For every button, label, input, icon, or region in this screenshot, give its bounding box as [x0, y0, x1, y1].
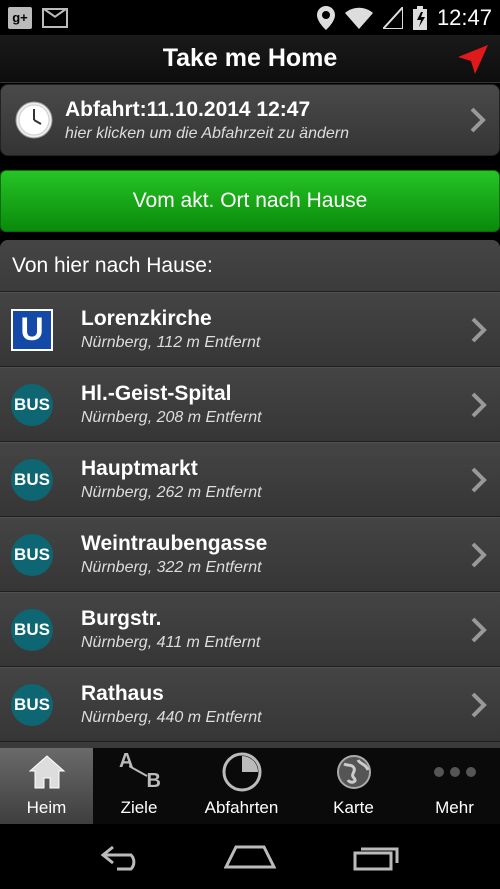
bus-icon: BUS: [11, 683, 53, 726]
location-arrow-icon[interactable]: [456, 43, 490, 77]
stop-row-burgstr[interactable]: BUS Burgstr. Nürnberg, 411 m Entfernt: [0, 592, 500, 667]
tab-karte[interactable]: Karte: [298, 748, 409, 824]
chevron-right-icon: [470, 107, 486, 133]
stop-name: Hauptmarkt: [81, 457, 198, 480]
battery-icon: [412, 5, 427, 30]
stop-detail: Nürnberg, 411 m Entfernt: [81, 634, 261, 651]
bus-icon: BUS: [11, 458, 53, 501]
tab-label: Karte: [333, 798, 374, 817]
stops-list-header: Von hier nach Hause:: [0, 240, 500, 292]
tab-bar: Heim A B Ziele Abfahrten Karte Mehr: [0, 748, 500, 824]
tab-heim[interactable]: Heim: [0, 748, 93, 824]
tab-label: Abfahrten: [204, 798, 279, 817]
stop-detail: Nürnberg, 262 m Entfernt: [81, 484, 262, 501]
stop-row-lorenzkirche[interactable]: U Lorenzkirche Nürnberg, 112 m Entfernt: [0, 292, 500, 367]
ubahn-icon: U: [11, 308, 53, 351]
tab-label: Ziele: [120, 798, 158, 817]
status-time: 12:47: [436, 4, 492, 30]
departure-label: Abfahrt:: [65, 97, 147, 121]
stop-detail: Nürnberg, 208 m Entfernt: [81, 409, 262, 426]
app-title: Take me Home: [162, 44, 338, 72]
tab-mehr[interactable]: Mehr: [409, 748, 500, 824]
stop-row-rathaus[interactable]: BUS Rathaus Nürnberg, 440 m Entfernt: [0, 667, 500, 742]
chevron-right-icon: [471, 392, 487, 417]
stop-name: Weintraubengasse: [81, 532, 268, 555]
stop-name: Lorenzkirche: [81, 307, 212, 330]
globe-icon: [336, 755, 371, 789]
stops-list: Von hier nach Hause: U Lorenzkirche Nürn…: [0, 240, 500, 748]
stop-row-hauptmarkt[interactable]: BUS Hauptmarkt Nürnberg, 262 m Entfernt: [0, 442, 500, 517]
status-bar: g+ 12:47: [0, 0, 500, 35]
chevron-right-icon: [471, 692, 487, 717]
departure-datetime: 11.10.2014 12:47: [146, 97, 311, 121]
tab-label: Heim: [26, 798, 67, 817]
chevron-right-icon: [471, 542, 487, 567]
stop-detail: Nürnberg, 322 m Entfernt: [81, 559, 262, 576]
signal-icon: [382, 6, 403, 29]
a-to-b-icon: A B: [115, 750, 163, 794]
stop-name: Burgstr.: [81, 607, 162, 630]
stop-detail: Nürnberg, 112 m Entfernt: [81, 334, 261, 351]
wifi-icon: [344, 7, 373, 29]
clock-pie-icon: [222, 752, 261, 792]
action-bar: Take me Home: [0, 35, 500, 83]
back-icon[interactable]: [99, 843, 147, 871]
location-icon: [316, 5, 335, 30]
stop-name: Rathaus: [81, 682, 164, 705]
chevron-right-icon: [471, 317, 487, 342]
stop-detail: Nürnberg, 440 m Entfernt: [81, 709, 262, 726]
chevron-right-icon: [471, 467, 487, 492]
home-icon: [28, 755, 65, 789]
more-dots-icon: [433, 767, 476, 777]
departure-time-row[interactable]: Abfahrt: 11.10.2014 12:47 hier klicken um…: [0, 84, 500, 156]
gmail-icon: [42, 7, 68, 28]
bus-icon: BUS: [11, 608, 53, 651]
google-plus-icon: g+: [8, 6, 32, 29]
bus-icon: BUS: [11, 383, 53, 426]
system-nav-bar: [0, 824, 500, 889]
go-home-button[interactable]: Vom akt. Ort nach Hause: [0, 170, 500, 232]
stop-row-weintraubengasse[interactable]: BUS Weintraubengasse Nürnberg, 322 m Ent…: [0, 517, 500, 592]
tab-abfahrten[interactable]: Abfahrten: [185, 748, 298, 824]
recents-icon[interactable]: [353, 843, 401, 871]
stop-name: Hl.-Geist-Spital: [81, 382, 232, 405]
home-nav-icon[interactable]: [223, 843, 276, 871]
clock-icon: [15, 101, 53, 139]
departure-hint: hier klicken um die Abfahrzeit zu ändern: [65, 124, 349, 142]
tab-ziele[interactable]: A B Ziele: [93, 748, 185, 824]
chevron-right-icon: [471, 617, 487, 642]
bus-icon: BUS: [11, 533, 53, 576]
tab-label: Mehr: [435, 798, 474, 817]
stop-row-hl-geist-spital[interactable]: BUS Hl.-Geist-Spital Nürnberg, 208 m Ent…: [0, 367, 500, 442]
